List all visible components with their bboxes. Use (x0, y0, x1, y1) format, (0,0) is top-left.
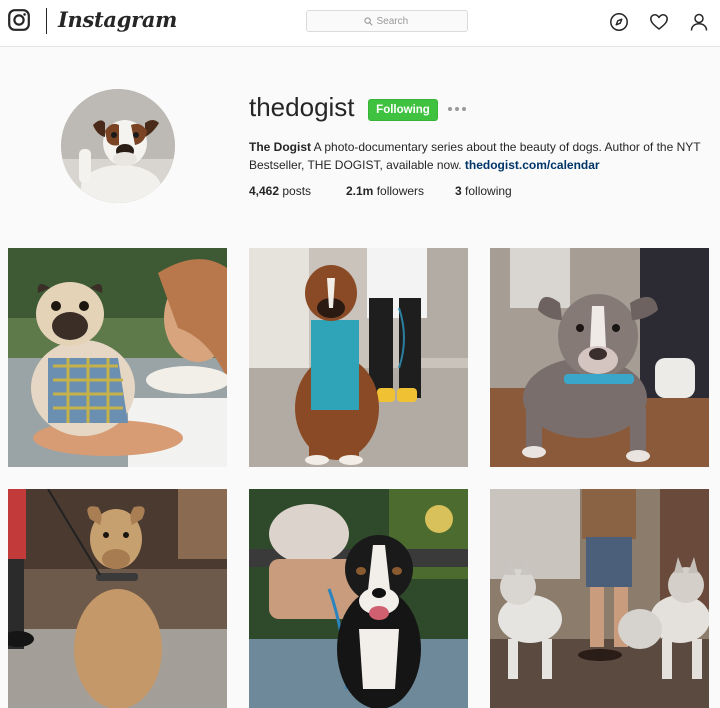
bio-full-name: The Dogist (249, 140, 311, 154)
post-thumbnail[interactable] (490, 489, 709, 708)
following-button[interactable]: Following (368, 99, 438, 121)
profile-username: thedogist (249, 92, 355, 122)
post-thumbnail[interactable] (8, 248, 227, 467)
heart-icon[interactable] (649, 12, 669, 32)
search-icon (363, 16, 373, 26)
person-icon[interactable] (689, 12, 709, 32)
more-options-icon[interactable] (448, 103, 468, 115)
search-box[interactable] (306, 10, 468, 32)
bio-link[interactable]: thedogist.com/calendar (465, 158, 600, 172)
logo-divider (46, 8, 47, 34)
profile-bio: The Dogist A photo-documentary series ab… (249, 138, 709, 174)
following-stat[interactable]: 3 following (455, 184, 512, 198)
profile-avatar[interactable] (61, 89, 175, 203)
search-input[interactable] (376, 15, 411, 27)
instagram-wordmark[interactable]: Instagram (58, 7, 177, 32)
post-thumbnail[interactable] (8, 489, 227, 708)
post-thumbnail[interactable] (249, 248, 468, 467)
compass-icon[interactable] (609, 12, 629, 32)
followers-stat[interactable]: 2.1m followers (346, 184, 424, 198)
post-thumbnail[interactable] (249, 489, 468, 708)
posts-stat[interactable]: 4,462 posts (249, 184, 311, 198)
camera-logo-icon[interactable] (8, 9, 30, 31)
post-thumbnail[interactable] (490, 248, 709, 467)
top-navigation-bar: Instagram (0, 0, 720, 47)
